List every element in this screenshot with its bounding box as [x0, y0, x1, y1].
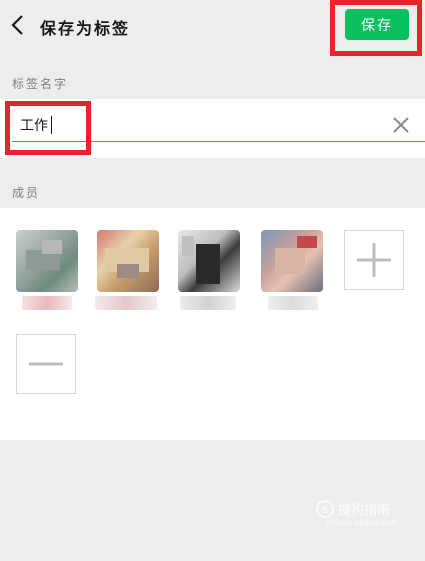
back-arrow-icon[interactable] — [8, 12, 28, 38]
sogou-logo-icon: S — [316, 499, 334, 518]
name-panel — [0, 99, 425, 158]
watermark-brand: 搜狗指南 — [338, 503, 391, 518]
add-member-button[interactable] — [344, 230, 404, 290]
watermark-url: zhinan.sogou.com — [326, 518, 399, 527]
member-name-blurred — [268, 296, 318, 310]
member-name-blurred — [95, 296, 157, 310]
member-avatar[interactable] — [261, 230, 323, 292]
top-bar: 保存为标签 保存 — [0, 0, 425, 52]
remove-member-button[interactable] — [16, 334, 76, 394]
member-avatar[interactable] — [97, 230, 159, 292]
member-avatar[interactable] — [16, 230, 78, 292]
member-name-blurred — [22, 296, 72, 310]
text-caret — [51, 116, 52, 134]
save-button[interactable]: 保存 — [345, 9, 409, 40]
tag-name-input[interactable] — [20, 113, 350, 137]
svg-text:S: S — [322, 505, 329, 516]
input-underline — [12, 141, 425, 142]
watermark: S 搜狗指南 zhinan.sogou.com — [316, 499, 399, 527]
clear-icon[interactable] — [392, 116, 410, 134]
plus-icon — [357, 243, 391, 277]
member-avatar[interactable] — [178, 230, 240, 292]
members-panel — [0, 208, 425, 440]
page-title: 保存为标签 — [40, 19, 131, 38]
member-name-blurred — [180, 296, 236, 310]
members-section-label: 成员 — [12, 186, 41, 200]
minus-icon — [29, 362, 63, 366]
name-section-label: 标签名字 — [12, 77, 69, 91]
